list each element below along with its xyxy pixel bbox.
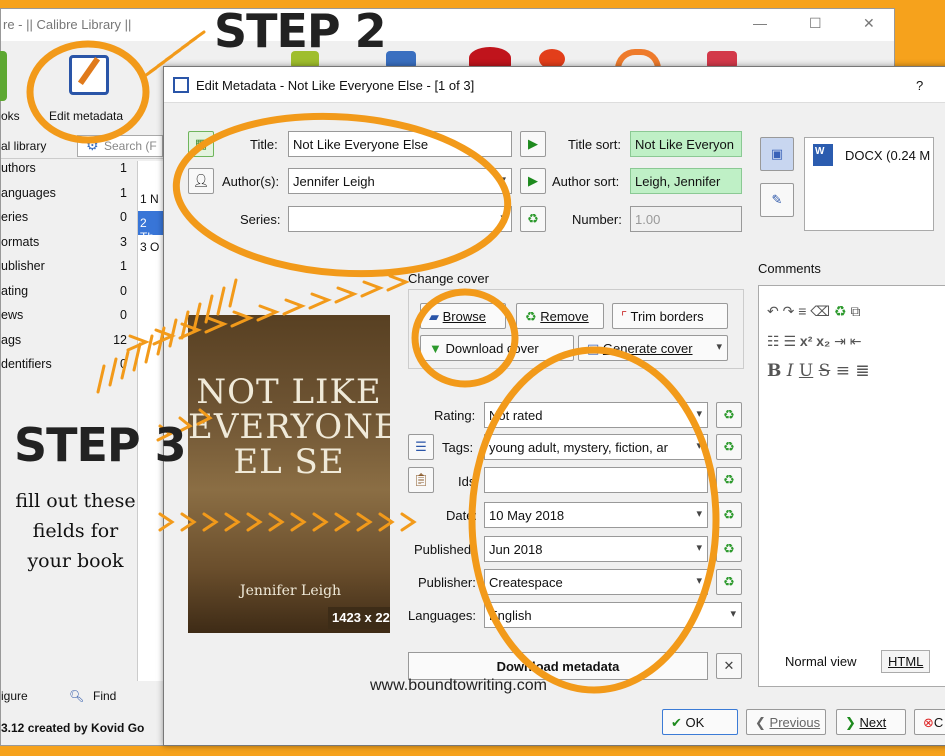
note-line: your book: [27, 550, 124, 572]
note-line: fill out these: [15, 490, 136, 512]
watermark-url: www.boundtowriting.com: [370, 677, 547, 694]
ring-title-authors: [172, 112, 512, 278]
ring-metadata-fields: [468, 346, 720, 694]
step-3-label: STEP 3: [14, 418, 187, 472]
note-line: fields for: [32, 520, 119, 542]
ring-cover-buttons: [411, 288, 519, 388]
annotation-overlay: [26, 30, 720, 694]
step-2-label: STEP 2: [214, 4, 387, 58]
instruction-note: fill out these fields for your book: [8, 486, 143, 576]
ring-edit-metadata: [26, 40, 150, 144]
